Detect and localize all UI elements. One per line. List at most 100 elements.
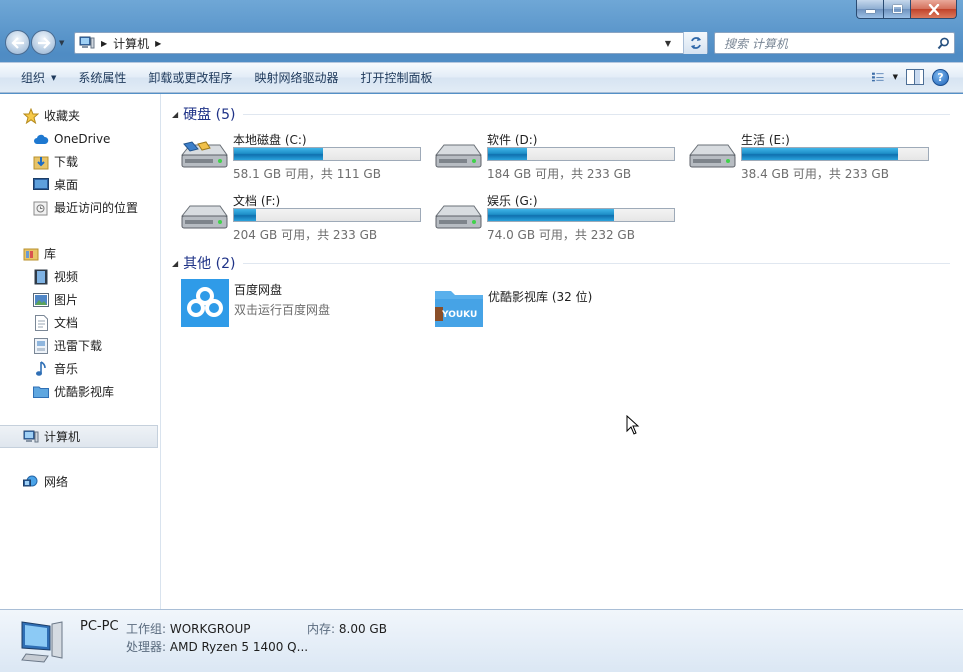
forward-button[interactable] (31, 30, 56, 55)
recent-pages-dropdown[interactable]: ▼ (59, 39, 64, 47)
view-options-icon (872, 72, 884, 82)
baidu-netdisk-shortcut[interactable]: 百度网盘 双击运行百度网盘 (181, 279, 330, 329)
hard-disk-icon (434, 144, 482, 168)
drive-usage-bar (233, 147, 421, 161)
collapse-triangle-icon[interactable]: ◢ (172, 110, 178, 119)
workgroup-label: 工作组: (126, 622, 167, 636)
search-input[interactable]: 搜索 计算机 (724, 35, 932, 52)
refresh-icon (690, 37, 701, 49)
drive-usage-bar (487, 147, 675, 161)
drive-usage-bar (741, 147, 929, 161)
drive-free-space: 184 GB 可用，共 233 GB (487, 167, 632, 181)
library-folder-icon (33, 384, 49, 400)
section-title: 硬盘 (5) (183, 107, 236, 123)
network-icon (23, 474, 39, 490)
sidebar-item-onedrive[interactable]: OneDrive (0, 127, 160, 150)
change-view-button[interactable]: ▼ (872, 67, 898, 87)
drive-free-space: 74.0 GB 可用，共 232 GB (487, 228, 635, 242)
desktop-icon (33, 177, 49, 193)
forward-arrow-icon (37, 36, 51, 49)
drive-free-space: 38.4 GB 可用，共 233 GB (741, 167, 889, 181)
close-button[interactable] (910, 0, 957, 19)
sidebar-item-recent[interactable]: 最近访问的位置 (0, 196, 160, 219)
drive-d[interactable]: 软件 (D:) 184 GB 可用，共 233 GB (434, 131, 684, 181)
drive-e[interactable]: 生活 (E:) 38.4 GB 可用，共 233 GB (688, 131, 938, 181)
map-network-drive-button[interactable]: 映射网络驱动器 (243, 63, 349, 92)
open-control-panel-button[interactable]: 打开控制面板 (349, 63, 443, 92)
sidebar-item-desktop[interactable]: 桌面 (0, 173, 160, 196)
sidebar-label: 迅雷下载 (54, 339, 103, 353)
cpu-field: 处理器: AMD Ryzen 5 1400 Q... (126, 638, 308, 655)
item-name: 优酷影视库 (32 位) (488, 290, 593, 304)
sidebar-label: 最近访问的位置 (54, 201, 139, 215)
download-library-icon (33, 337, 49, 354)
sidebar-item-pictures[interactable]: 图片 (0, 288, 160, 311)
sidebar-label: 桌面 (54, 178, 79, 192)
hard-disk-icon (688, 144, 736, 168)
drive-g[interactable]: 娱乐 (G:) 74.0 GB 可用，共 232 GB (434, 192, 684, 242)
sidebar-label: 优酷影视库 (54, 385, 115, 399)
refresh-button[interactable] (683, 32, 707, 54)
youku-library-shortcut[interactable]: YOUKU 优酷影视库 (32 位) (435, 287, 592, 337)
search-icon[interactable] (932, 37, 954, 50)
cpu-label: 处理器: (126, 640, 167, 654)
command-bar: 组织 ▼ 系统属性 卸载或更改程序 映射网络驱动器 打开控制面板 ▼ ? (0, 62, 963, 93)
youku-folder-icon: YOUKU (435, 291, 483, 327)
help-icon[interactable]: ? (932, 68, 949, 86)
section-other[interactable]: ◢ 其他 (2) (172, 253, 950, 273)
sidebar-item-documents[interactable]: 文档 (0, 311, 160, 334)
collapse-triangle-icon[interactable]: ◢ (172, 259, 178, 268)
back-button[interactable] (5, 30, 30, 55)
navigation-pane: 收藏夹 OneDrive 下载 桌面 最近访问的位置 库 视频 图片 文档 迅雷… (0, 94, 161, 609)
minimize-button[interactable] (856, 0, 883, 19)
preview-pane-icon[interactable] (906, 69, 924, 85)
breadcrumb-computer[interactable]: 计算机 (113, 35, 149, 52)
breadcrumb-separator-icon[interactable]: ▶ (101, 39, 107, 48)
recent-places-icon (33, 200, 49, 216)
computer-icon (79, 36, 95, 49)
organize-menu[interactable]: 组织 ▼ (0, 63, 67, 92)
drive-name: 生活 (E:) (741, 133, 790, 147)
sidebar-item-favorites[interactable]: 收藏夹 (0, 104, 160, 127)
sidebar-label: 计算机 (44, 430, 81, 444)
search-box[interactable]: 搜索 计算机 (714, 32, 955, 54)
sidebar-label: 网络 (44, 475, 69, 489)
section-hard-disks[interactable]: ◢ 硬盘 (5) (172, 104, 950, 124)
sidebar-item-music[interactable]: 音乐 (0, 357, 160, 380)
cloud-icon (33, 131, 49, 147)
document-icon (33, 314, 49, 331)
sidebar-label: 图片 (54, 293, 79, 307)
address-bar[interactable]: ▶ 计算机 ▶ ▼ (74, 32, 708, 54)
library-icon (23, 246, 39, 262)
toolbar-right-tools: ▼ ? (872, 67, 949, 87)
sidebar-item-youku-library[interactable]: 优酷影视库 (0, 380, 160, 403)
memory-field: 内存: 8.00 GB (307, 620, 387, 637)
drive-free-space: 204 GB 可用，共 233 GB (233, 228, 378, 242)
sidebar-item-videos[interactable]: 视频 (0, 265, 160, 288)
breadcrumb-chevron-icon[interactable]: ▶ (155, 39, 161, 48)
maximize-button[interactable] (883, 0, 910, 19)
nav-buttons: ▼ (5, 30, 64, 55)
address-history-dropdown[interactable]: ▼ (659, 33, 677, 53)
drive-name: 文档 (F:) (233, 194, 281, 208)
system-properties-button[interactable]: 系统属性 (67, 63, 137, 92)
drive-usage-fill (234, 209, 257, 221)
drive-f[interactable]: 文档 (F:) 204 GB 可用，共 233 GB (180, 192, 430, 242)
sidebar-item-computer[interactable]: 计算机 (0, 425, 158, 448)
drive-c[interactable]: 本地磁盘 (C:) 58.1 GB 可用，共 111 GB (180, 131, 430, 181)
organize-label: 组织 (21, 71, 46, 85)
drive-usage-fill (488, 209, 615, 221)
view-dropdown-caret-icon[interactable]: ▼ (893, 73, 898, 81)
sidebar-item-network[interactable]: 网络 (0, 470, 160, 493)
drive-usage-fill (488, 148, 528, 160)
uninstall-program-button[interactable]: 卸载或更改程序 (137, 63, 243, 92)
network-group: 网络 (0, 470, 160, 493)
music-note-icon (33, 360, 49, 377)
item-description: 双击运行百度网盘 (234, 303, 331, 317)
sidebar-item-downloads[interactable]: 下载 (0, 150, 160, 173)
workgroup-value: WORKGROUP (169, 622, 251, 636)
details-pane: PC-PC 工作组: WORKGROUP 内存: 8.00 GB 处理器: AM… (0, 609, 963, 672)
sidebar-item-xunlei[interactable]: 迅雷下载 (0, 334, 160, 357)
sidebar-item-libraries[interactable]: 库 (0, 242, 160, 265)
drive-free-space: 58.1 GB 可用，共 111 GB (233, 167, 381, 181)
